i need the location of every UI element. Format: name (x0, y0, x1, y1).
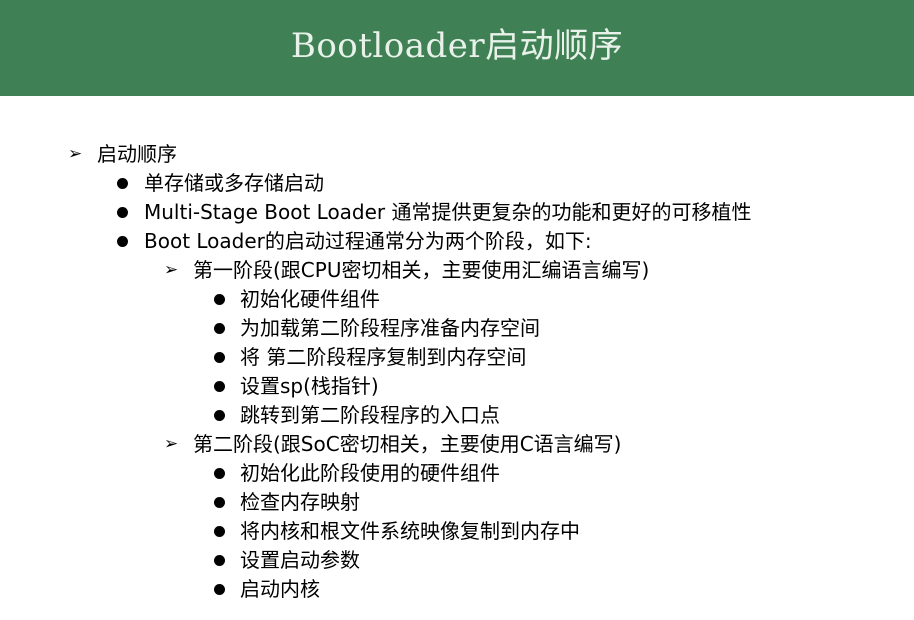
bullet-level4: 设置sp(栈指针) (0, 372, 914, 401)
dot-bullet-icon (117, 178, 128, 189)
dot-bullet-icon (214, 584, 225, 595)
arrow-bullet-icon: ➢ (68, 144, 83, 164)
bullet-text: 检查内存映射 (240, 490, 360, 514)
bullet-text: 设置sp(栈指针) (240, 374, 379, 398)
dot-bullet-icon (214, 497, 225, 508)
bullet-text: 设置启动参数 (240, 548, 360, 572)
slide-title: Bootloader启动顺序 (290, 26, 624, 66)
bullet-level4: 将 第二阶段程序复制到内存空间 (0, 343, 914, 372)
dot-bullet-icon (214, 381, 225, 392)
bullet-level1: ➢ 启动顺序 (0, 140, 914, 169)
bullet-text: 为加载第二阶段程序准备内存空间 (240, 316, 540, 340)
dot-bullet-icon (214, 410, 225, 421)
bullet-text: 启动内核 (240, 577, 320, 601)
bullet-text: 第一阶段(跟CPU密切相关，主要使用汇编语言编写) (193, 258, 650, 282)
bullet-text: 跳转到第二阶段程序的入口点 (240, 403, 500, 427)
bullet-text: 将 第二阶段程序复制到内存空间 (240, 345, 527, 369)
bullet-level2: Boot Loader的启动过程通常分为两个阶段，如下: (0, 227, 914, 256)
bullet-level3: ➢ 第二阶段(跟SoC密切相关，主要使用C语言编写) (0, 430, 914, 459)
bullet-text: Boot Loader的启动过程通常分为两个阶段，如下: (144, 229, 592, 253)
bullet-level4: 为加载第二阶段程序准备内存空间 (0, 314, 914, 343)
bullet-text: 第二阶段(跟SoC密切相关，主要使用C语言编写) (193, 432, 622, 456)
bullet-text: Multi-Stage Boot Loader 通常提供更复杂的功能和更好的可移… (144, 200, 752, 224)
bullet-text: 启动顺序 (97, 142, 177, 166)
dot-bullet-icon (214, 323, 225, 334)
bullet-level4: 启动内核 (0, 575, 914, 604)
bullet-level4: 将内核和根文件系统映像复制到内存中 (0, 517, 914, 546)
bullet-text: 单存储或多存储启动 (144, 171, 324, 195)
bullet-level4: 初始化此阶段使用的硬件组件 (0, 459, 914, 488)
bullet-level3: ➢ 第一阶段(跟CPU密切相关，主要使用汇编语言编写) (0, 256, 914, 285)
dot-bullet-icon (117, 236, 128, 247)
dot-bullet-icon (117, 207, 128, 218)
bullet-level4: 设置启动参数 (0, 546, 914, 575)
arrow-bullet-icon: ➢ (164, 260, 179, 280)
bullet-level2: Multi-Stage Boot Loader 通常提供更复杂的功能和更好的可移… (0, 198, 914, 227)
bullet-text: 初始化此阶段使用的硬件组件 (240, 461, 500, 485)
title-bar: Bootloader启动顺序 (0, 0, 914, 96)
bullet-level4: 初始化硬件组件 (0, 285, 914, 314)
dot-bullet-icon (214, 555, 225, 566)
slide-content: ➢ 启动顺序 单存储或多存储启动 Multi-Stage Boot Loader… (0, 140, 914, 604)
bullet-level2: 单存储或多存储启动 (0, 169, 914, 198)
dot-bullet-icon (214, 294, 225, 305)
dot-bullet-icon (214, 468, 225, 479)
bullet-level4: 检查内存映射 (0, 488, 914, 517)
arrow-bullet-icon: ➢ (164, 434, 179, 454)
dot-bullet-icon (214, 526, 225, 537)
bullet-text: 将内核和根文件系统映像复制到内存中 (240, 519, 580, 543)
bullet-level4: 跳转到第二阶段程序的入口点 (0, 401, 914, 430)
bullet-text: 初始化硬件组件 (240, 287, 380, 311)
dot-bullet-icon (214, 352, 225, 363)
